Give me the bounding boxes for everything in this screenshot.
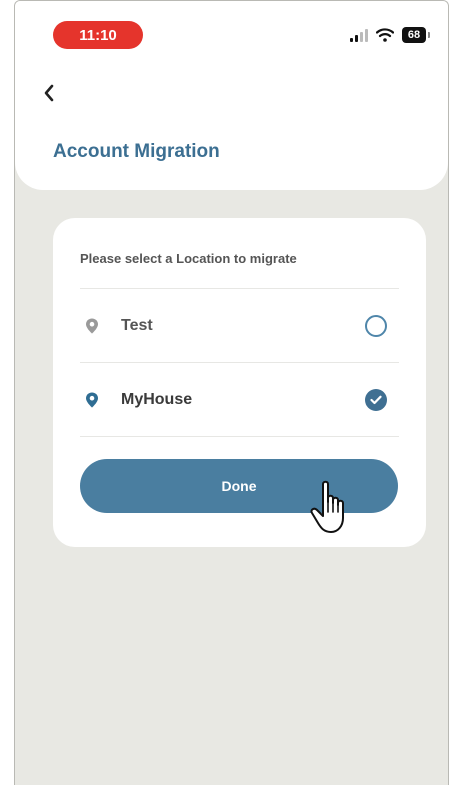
location-pin-icon xyxy=(86,318,98,333)
back-button[interactable] xyxy=(37,79,61,107)
checkmark-icon xyxy=(370,395,382,404)
battery-level: 68 xyxy=(407,29,421,41)
location-option-myhouse[interactable]: MyHouse xyxy=(80,363,399,436)
divider xyxy=(80,436,399,437)
location-label: Test xyxy=(121,316,153,334)
location-option-test[interactable]: Test xyxy=(80,289,399,362)
radio-unselected[interactable] xyxy=(365,314,387,337)
phone-screen: 11:10 68 Account Migration Please select… xyxy=(14,0,449,785)
hand-pointer-icon xyxy=(310,480,344,533)
select-prompt: Please select a Location to migrate xyxy=(80,251,297,266)
location-pin-icon xyxy=(86,392,98,407)
location-label: MyHouse xyxy=(121,390,193,408)
chevron-left-icon xyxy=(44,84,54,102)
wifi-icon xyxy=(376,28,394,42)
header-panel: 11:10 68 Account Migration xyxy=(15,1,448,190)
location-card: Please select a Location to migrate Test… xyxy=(53,218,426,547)
radio-selected[interactable] xyxy=(365,388,387,411)
status-icons: 68 xyxy=(350,25,430,45)
battery-icon: 68 xyxy=(402,27,430,43)
status-time-pill: 11:10 xyxy=(53,21,143,49)
page-title: Account Migration xyxy=(53,141,220,162)
signal-icon xyxy=(350,28,368,42)
status-time: 11:10 xyxy=(79,26,117,44)
